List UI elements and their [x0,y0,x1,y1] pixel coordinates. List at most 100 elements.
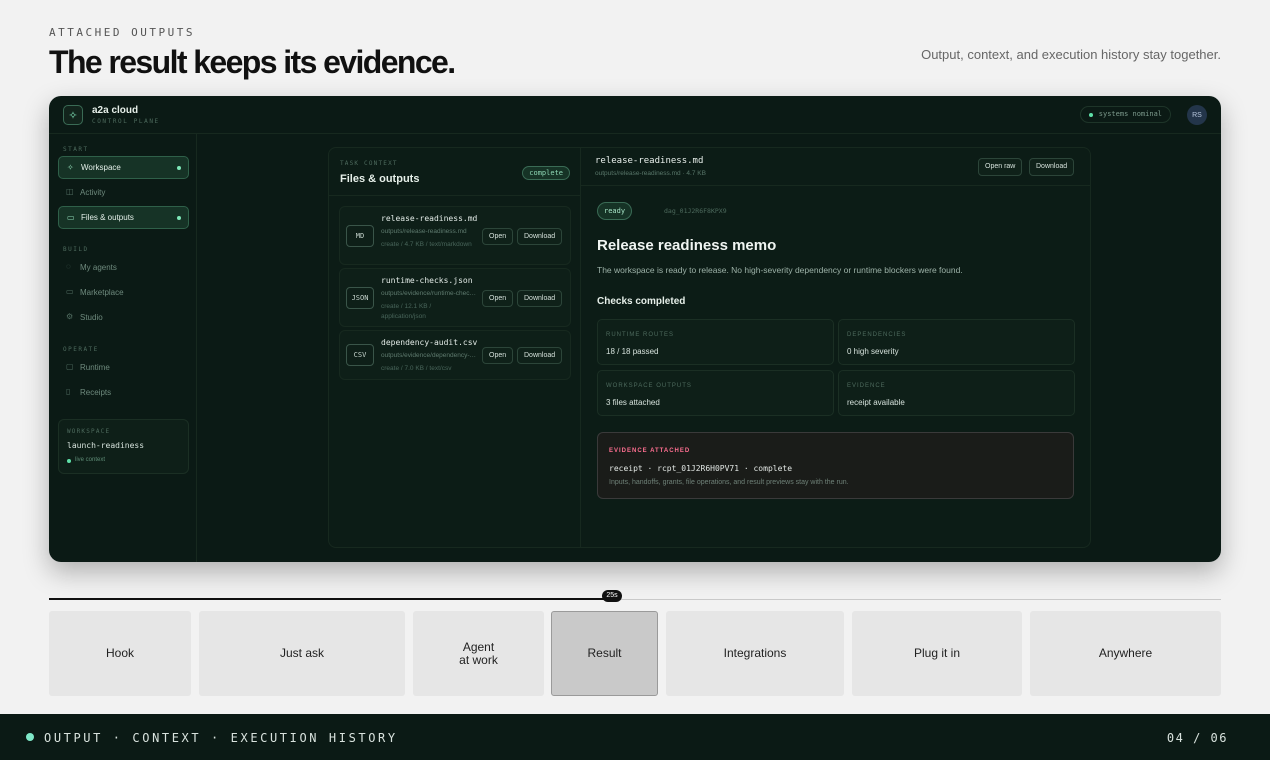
status-badge: complete [522,166,570,180]
avatar[interactable]: RS [1187,105,1207,125]
check-label: DEPENDENCIES [847,332,907,338]
brand-name: a2a cloud [92,105,139,116]
ready-badge: ready [597,202,633,220]
open-button[interactable]: Open [482,290,514,307]
file-item[interactable]: MD release-readiness.md outputs/release-… [339,206,571,265]
receipt-icon: ▯ [66,387,71,396]
preview-file-name: release-readiness.md [595,156,704,166]
timeline-time-badge: 25s [602,590,622,602]
check-label: RUNTIME ROUTES [606,332,674,338]
eyebrow: ATTACHED OUTPUTS [49,26,195,39]
file-meta: create / 12.1 KB / application/json [381,303,432,320]
download-button[interactable]: Download [517,347,563,364]
status-dot-icon [26,733,34,741]
sidebar-item-label: My agents [80,263,117,272]
open-raw-button[interactable]: Open raw [978,158,1023,176]
task-panel: TASK CONTEXT Files & outputs complete MD… [328,147,1091,548]
file-name: runtime-checks.json [381,276,473,285]
chapter-hook[interactable]: Hook [49,611,191,696]
timeline-progress [49,598,612,600]
chapter-integrations[interactable]: Integrations [666,611,844,696]
download-button[interactable]: Download [1029,158,1075,176]
sidebar-item-label: Marketplace [80,288,124,297]
system-status-badge: systems nominal [1079,106,1171,123]
sparkle-icon: ✧ [67,163,74,172]
logo-icon[interactable]: ✧ [63,105,83,125]
sidebar-section-build: BUILD [63,246,89,253]
files-pane: TASK CONTEXT Files & outputs complete MD… [329,148,581,547]
footer-caption: OUTPUT · CONTEXT · EXECUTION HISTORY [44,731,398,745]
sidebar-item-workspace[interactable]: ✧ Workspace [58,156,189,179]
memo-title: Release readiness memo [597,237,777,254]
file-path: outputs/evidence/runtime-checks.json [381,290,477,297]
download-button[interactable]: Download [517,290,563,307]
checks-title: Checks completed [597,296,686,307]
check-card-runtime-routes: RUNTIME ROUTES 18 / 18 passed [597,319,834,365]
runtime-icon: ▢ [66,362,74,371]
preview-file-path: outputs/release-readiness.md · 4.7 KB [595,170,706,177]
page-title: The result keeps its evidence. [49,44,456,80]
sidebar-item-label: Workspace [81,163,121,172]
task-context-label: TASK CONTEXT [340,160,398,167]
sidebar-item-label: Files & outputs [81,213,134,222]
agent-icon: ◌ [66,262,71,271]
divider [581,185,1090,186]
page-counter: 04 / 06 [1166,731,1228,745]
sidebar-section-start: START [63,146,89,153]
store-icon: ▭ [66,287,74,296]
sidebar-item-activity[interactable]: ◫ Activity [58,181,189,204]
file-type-badge: MD [346,225,374,247]
file-meta: create / 7.0 KB / text/csv [381,365,452,372]
file-path: outputs/release-readiness.md [381,228,467,235]
check-card-evidence: EVIDENCE receipt available [838,370,1075,416]
sidebar-item-label: Studio [80,313,103,322]
sidebar: START ✧ Workspace ◫ Activity ▭ Files & o… [49,134,197,562]
sidebar-item-label: Activity [80,188,106,197]
check-label: EVIDENCE [847,383,886,389]
sidebar-item-label: Receipts [80,388,112,397]
gear-icon: ⚙ [66,312,74,321]
sidebar-item-my-agents[interactable]: ◌ My agents [58,256,189,279]
chapter-plug-it-in[interactable]: Plug it in [852,611,1022,696]
sidebar-item-marketplace[interactable]: ▭ Marketplace [58,281,189,304]
check-value: 3 files attached [606,398,660,407]
file-name: dependency-audit.csv [381,338,478,347]
workspace-card-label: WORKSPACE [67,428,111,435]
check-label: WORKSPACE OUTPUTS [606,383,692,389]
workspace-status: live context [66,457,106,463]
check-card-workspace-outputs: WORKSPACE OUTPUTS 3 files attached [597,370,834,416]
file-type-badge: CSV [346,344,374,366]
sidebar-item-runtime[interactable]: ▢ Runtime [58,356,189,379]
app-window: ✧ a2a cloud CONTROL PLANE systems nomina… [49,96,1221,562]
workspace-name: launch-readiness [67,441,145,450]
workspace-card[interactable]: WORKSPACE launch-readiness live context [58,419,189,474]
footer-bar: OUTPUT · CONTEXT · EXECUTION HISTORY 04 … [0,714,1270,760]
activity-icon: ◫ [66,187,74,196]
chapter-anywhere[interactable]: Anywhere [1030,611,1221,696]
chapter-result[interactable]: Result [551,611,658,696]
files-pane-title: Files & outputs [340,173,420,185]
file-item[interactable]: CSV dependency-audit.csv outputs/evidenc… [339,330,571,380]
open-button[interactable]: Open [482,347,514,364]
download-button[interactable]: Download [517,228,563,245]
check-value: 18 / 18 passed [606,347,659,356]
chapter-just-ask[interactable]: Just ask [199,611,405,696]
page-subtitle: Output, context, and execution history s… [921,47,1221,62]
sidebar-item-receipts[interactable]: ▯ Receipts [58,381,189,404]
memo-body: The workspace is ready to release. No hi… [597,265,963,275]
file-type-badge: JSON [346,287,374,309]
sidebar-item-studio[interactable]: ⚙ Studio [58,306,189,329]
divider [329,195,580,196]
file-item[interactable]: JSON runtime-checks.json outputs/evidenc… [339,268,571,327]
sidebar-item-files-outputs[interactable]: ▭ Files & outputs [58,206,189,229]
chapter-agent-at-work[interactable]: Agent at work [413,611,544,696]
check-card-dependencies: DEPENDENCIES 0 high severity [838,319,1075,365]
check-value: 0 high severity [847,347,899,356]
open-button[interactable]: Open [482,228,514,245]
preview-pane: release-readiness.md outputs/release-rea… [581,148,1090,547]
file-meta: create / 4.7 KB / text/markdown [381,241,472,248]
evidence-label: EVIDENCE ATTACHED [609,448,691,454]
file-path: outputs/evidence/dependency-audit.csv [381,352,477,359]
evidence-card[interactable]: EVIDENCE ATTACHED receipt · rcpt_01J2R6H… [597,432,1074,499]
brand-subtitle: CONTROL PLANE [92,118,160,125]
